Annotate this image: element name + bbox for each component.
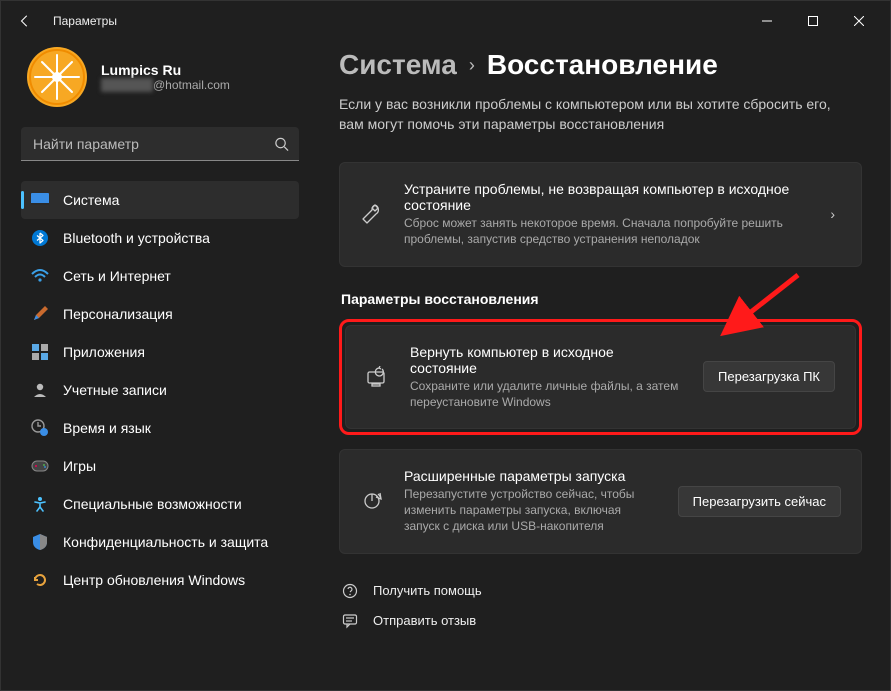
sidebar-item-label: Время и язык	[63, 420, 151, 436]
sidebar-item-system[interactable]: Система	[21, 181, 299, 219]
profile-text: Lumpics Ru xxxxxxxx@hotmail.com	[101, 62, 230, 92]
sidebar-item-accounts[interactable]: Учетные записи	[21, 371, 299, 409]
sidebar: Lumpics Ru xxxxxxxx@hotmail.com Система …	[1, 41, 311, 690]
search-box	[21, 127, 299, 161]
paintbrush-icon	[31, 305, 49, 323]
sidebar-item-time-language[interactable]: Время и язык	[21, 409, 299, 447]
card-title: Расширенные параметры запуска	[404, 468, 658, 484]
section-title: Параметры восстановления	[341, 291, 862, 307]
window-title: Параметры	[53, 14, 117, 28]
troubleshoot-card[interactable]: Устраните проблемы, не возвращая компьют…	[339, 162, 862, 266]
sidebar-item-windows-update[interactable]: Центр обновления Windows	[21, 561, 299, 599]
chevron-right-icon: ›	[469, 55, 475, 76]
window-controls	[744, 1, 882, 41]
back-button[interactable]	[9, 5, 41, 37]
minimize-button[interactable]	[744, 1, 790, 41]
close-button[interactable]	[836, 1, 882, 41]
wrench-icon	[360, 203, 384, 225]
avatar	[27, 47, 87, 107]
breadcrumb: Система › Восстановление	[339, 49, 862, 81]
send-feedback-link[interactable]: Отправить отзыв	[339, 606, 862, 636]
sidebar-item-label: Сеть и Интернет	[63, 268, 171, 284]
clock-globe-icon	[31, 419, 49, 437]
sidebar-item-personalization[interactable]: Персонализация	[21, 295, 299, 333]
sidebar-item-gaming[interactable]: Игры	[21, 447, 299, 485]
wifi-icon	[31, 267, 49, 285]
advanced-startup-card: Расширенные параметры запуска Перезапуст…	[339, 449, 862, 554]
sidebar-item-label: Специальные возможности	[63, 496, 242, 512]
breadcrumb-parent[interactable]: Система	[339, 49, 457, 81]
sidebar-item-label: Учетные записи	[63, 382, 167, 398]
bluetooth-icon	[31, 229, 49, 247]
apps-icon	[31, 343, 49, 361]
sidebar-item-label: Игры	[63, 458, 96, 474]
sidebar-item-label: Bluetooth и устройства	[63, 230, 210, 246]
accessibility-icon	[31, 495, 49, 513]
person-icon	[31, 381, 49, 399]
profile-block[interactable]: Lumpics Ru xxxxxxxx@hotmail.com	[21, 41, 299, 127]
reset-pc-button[interactable]: Перезагрузка ПК	[703, 361, 835, 392]
content-area: Система › Восстановление Если у вас возн…	[311, 41, 890, 690]
profile-name: Lumpics Ru	[101, 62, 230, 78]
sidebar-item-label: Персонализация	[63, 306, 173, 322]
chevron-right-icon: ›	[824, 206, 841, 222]
annotation-highlight: Вернуть компьютер в исходное состояние С…	[339, 319, 862, 435]
sidebar-item-apps[interactable]: Приложения	[21, 333, 299, 371]
maximize-button[interactable]	[790, 1, 836, 41]
link-label: Получить помощь	[373, 583, 482, 598]
sidebar-item-network[interactable]: Сеть и Интернет	[21, 257, 299, 295]
power-restart-icon	[360, 490, 384, 512]
link-label: Отправить отзыв	[373, 613, 476, 628]
shield-icon	[31, 533, 49, 551]
sidebar-item-label: Приложения	[63, 344, 145, 360]
minimize-icon	[762, 16, 772, 26]
sidebar-item-label: Центр обновления Windows	[63, 572, 245, 588]
search-icon	[274, 137, 289, 152]
profile-email: xxxxxxxx@hotmail.com	[101, 78, 230, 92]
card-title: Вернуть компьютер в исходное состояние	[410, 344, 683, 376]
maximize-icon	[808, 16, 818, 26]
sidebar-item-bluetooth[interactable]: Bluetooth и устройства	[21, 219, 299, 257]
reset-pc-icon	[366, 366, 390, 388]
close-icon	[854, 16, 864, 26]
card-description: Сброс может занять некоторое время. Снач…	[404, 215, 804, 247]
sidebar-item-accessibility[interactable]: Специальные возможности	[21, 485, 299, 523]
update-icon	[31, 571, 49, 589]
card-title: Устраните проблемы, не возвращая компьют…	[404, 181, 804, 213]
card-description: Сохраните или удалите личные файлы, а за…	[410, 378, 683, 410]
avatar-orange-icon	[29, 49, 85, 105]
help-icon	[341, 582, 359, 600]
display-icon	[31, 191, 49, 209]
gamepad-icon	[31, 457, 49, 475]
sidebar-item-label: Система	[63, 192, 119, 208]
card-description: Перезапустите устройство сейчас, чтобы и…	[404, 486, 658, 535]
footer-links: Получить помощь Отправить отзыв	[339, 576, 862, 636]
sidebar-item-privacy[interactable]: Конфиденциальность и защита	[21, 523, 299, 561]
reset-pc-card: Вернуть компьютер в исходное состояние С…	[345, 325, 856, 429]
page-description: Если у вас возникли проблемы с компьютер…	[339, 95, 859, 134]
arrow-left-icon	[18, 14, 32, 28]
restart-now-button[interactable]: Перезагрузить сейчас	[678, 486, 841, 517]
page-title: Восстановление	[487, 49, 718, 81]
feedback-icon	[341, 612, 359, 630]
title-bar: Параметры	[1, 1, 890, 41]
nav-list: Система Bluetooth и устройства Сеть и Ин…	[21, 181, 299, 599]
search-input[interactable]	[21, 127, 299, 161]
get-help-link[interactable]: Получить помощь	[339, 576, 862, 606]
sidebar-item-label: Конфиденциальность и защита	[63, 534, 268, 550]
